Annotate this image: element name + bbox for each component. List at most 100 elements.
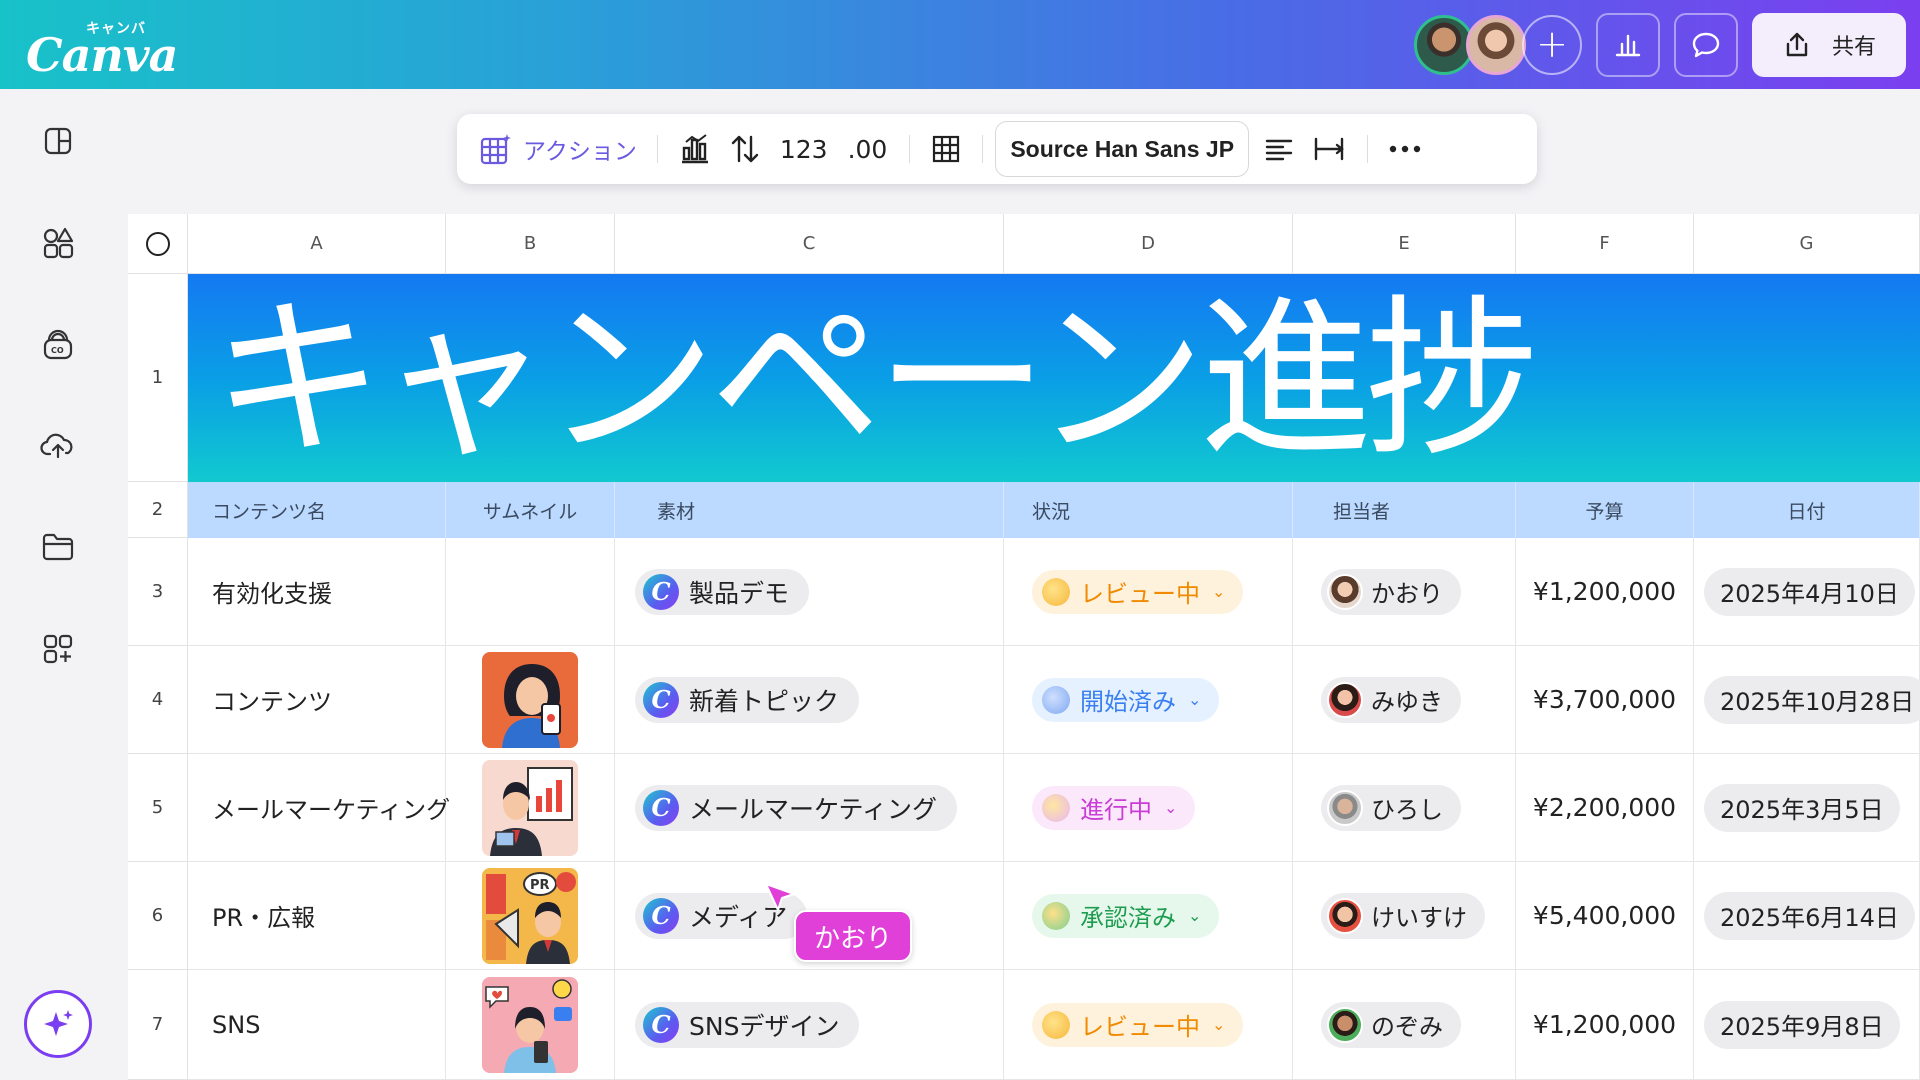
- sidebar-uploads-button[interactable]: [38, 425, 78, 465]
- cell-budget[interactable]: ¥3,700,000: [1516, 646, 1694, 754]
- row-header-1[interactable]: 1: [128, 274, 188, 482]
- chart-button[interactable]: [670, 124, 720, 174]
- cell-thumbnail[interactable]: [446, 970, 615, 1080]
- cell-owner[interactable]: みゆき: [1293, 646, 1516, 754]
- cell-date[interactable]: 2025年4月10日: [1694, 538, 1920, 646]
- header-cell-budget[interactable]: 予算: [1516, 482, 1694, 538]
- cell-status[interactable]: 承認済み ⌄: [1004, 862, 1293, 970]
- cell-name[interactable]: コンテンツ: [188, 646, 446, 754]
- cell-owner[interactable]: けいすけ: [1293, 862, 1516, 970]
- cell-date[interactable]: 2025年10月28日: [1694, 646, 1920, 754]
- header-cell-name[interactable]: コンテンツ名: [188, 482, 446, 538]
- sidebar-elements-button[interactable]: [38, 223, 78, 263]
- column-header-e[interactable]: E: [1293, 214, 1516, 274]
- owner-chip[interactable]: のぞみ: [1321, 1001, 1461, 1048]
- cell-thumbnail[interactable]: PR: [446, 862, 615, 970]
- sidebar-brand-button[interactable]: CO: [38, 325, 78, 365]
- row-header-5[interactable]: 5: [128, 754, 188, 862]
- thumbnail-image[interactable]: PR: [482, 867, 578, 964]
- owner-chip[interactable]: けいすけ: [1321, 892, 1485, 939]
- row-header-7[interactable]: 7: [128, 970, 188, 1080]
- thumbnail-image[interactable]: [482, 651, 578, 748]
- sidebar-projects-button[interactable]: [38, 527, 78, 567]
- cell-status[interactable]: レビュー中 ⌄: [1004, 538, 1293, 646]
- cell-budget[interactable]: ¥1,200,000: [1516, 970, 1694, 1080]
- row-header-3[interactable]: 3: [128, 538, 188, 646]
- select-all-button[interactable]: [128, 214, 188, 274]
- date-chip[interactable]: 2025年9月8日: [1704, 1000, 1900, 1049]
- cell-material[interactable]: C メールマーケティング: [615, 754, 1004, 862]
- row-header-2[interactable]: 2: [128, 482, 188, 538]
- decimal-format-button[interactable]: .00: [838, 135, 898, 164]
- sidebar-apps-button[interactable]: [38, 629, 78, 669]
- cell-name[interactable]: SNS: [188, 970, 446, 1080]
- status-dropdown[interactable]: 開始済み ⌄: [1032, 677, 1220, 722]
- column-header-a[interactable]: A: [188, 214, 446, 274]
- cell-owner[interactable]: かおり: [1293, 538, 1516, 646]
- cell-name[interactable]: PR・広報: [188, 862, 446, 970]
- table-borders-button[interactable]: [922, 124, 970, 174]
- cell-owner[interactable]: ひろし: [1293, 754, 1516, 862]
- column-header-g[interactable]: G: [1694, 214, 1920, 274]
- font-family-select[interactable]: Source Han Sans JP: [995, 121, 1250, 177]
- add-collaborator-button[interactable]: +: [1522, 15, 1582, 75]
- row-header-4[interactable]: 4: [128, 646, 188, 754]
- collaborator-avatar[interactable]: [1466, 15, 1526, 75]
- cell-status[interactable]: 進行中 ⌄: [1004, 754, 1293, 862]
- header-cell-status[interactable]: 状況: [1004, 482, 1293, 538]
- status-dropdown[interactable]: 進行中 ⌄: [1032, 785, 1196, 830]
- cell-status[interactable]: 開始済み ⌄: [1004, 646, 1293, 754]
- row-header-6[interactable]: 6: [128, 862, 188, 970]
- sort-button[interactable]: [720, 124, 770, 174]
- thumbnail-image[interactable]: [482, 759, 578, 856]
- cell-date[interactable]: 2025年9月8日: [1694, 970, 1920, 1080]
- cell-thumbnail[interactable]: [446, 754, 615, 862]
- design-chip[interactable]: C 新着トピック: [635, 676, 860, 723]
- column-header-c[interactable]: C: [615, 214, 1004, 274]
- more-options-button[interactable]: [1380, 124, 1430, 174]
- title-banner-cell[interactable]: キャンペーン進捗: [188, 274, 1920, 482]
- number-format-button[interactable]: 123: [770, 135, 838, 164]
- cell-date[interactable]: 2025年6月14日: [1694, 862, 1920, 970]
- cell-material[interactable]: C SNSデザイン: [615, 970, 1004, 1080]
- collaborator-avatar[interactable]: [1414, 15, 1474, 75]
- cell-owner[interactable]: のぞみ: [1293, 970, 1516, 1080]
- column-header-f[interactable]: F: [1516, 214, 1694, 274]
- sidebar-design-button[interactable]: [38, 121, 78, 161]
- design-chip[interactable]: C メールマーケティング: [635, 784, 958, 831]
- owner-chip[interactable]: みゆき: [1321, 676, 1461, 723]
- cell-budget[interactable]: ¥5,400,000: [1516, 862, 1694, 970]
- cell-thumbnail[interactable]: [446, 646, 615, 754]
- column-width-button[interactable]: [1303, 124, 1355, 174]
- header-cell-material[interactable]: 素材: [615, 482, 1004, 538]
- owner-chip[interactable]: ひろし: [1321, 784, 1461, 831]
- column-header-d[interactable]: D: [1004, 214, 1293, 274]
- status-dropdown[interactable]: レビュー中 ⌄: [1032, 1002, 1244, 1047]
- cell-name[interactable]: 有効化支援: [188, 538, 446, 646]
- design-chip[interactable]: C 製品デモ: [635, 568, 810, 615]
- date-chip[interactable]: 2025年4月10日: [1704, 567, 1915, 616]
- text-align-button[interactable]: [1255, 124, 1303, 174]
- design-chip[interactable]: C SNSデザイン: [635, 1001, 860, 1048]
- date-chip[interactable]: 2025年10月28日: [1704, 675, 1920, 724]
- cell-status[interactable]: レビュー中 ⌄: [1004, 970, 1293, 1080]
- header-cell-owner[interactable]: 担当者: [1293, 482, 1516, 538]
- actions-button[interactable]: アクション: [471, 124, 645, 174]
- cell-date[interactable]: 2025年3月5日: [1694, 754, 1920, 862]
- cell-budget[interactable]: ¥1,200,000: [1516, 538, 1694, 646]
- magic-assistant-button[interactable]: [24, 990, 92, 1058]
- owner-chip[interactable]: かおり: [1321, 568, 1461, 615]
- insights-button[interactable]: [1596, 13, 1660, 77]
- cell-name[interactable]: メールマーケティング: [188, 754, 450, 862]
- header-cell-date[interactable]: 日付: [1694, 482, 1920, 538]
- cell-budget[interactable]: ¥2,200,000: [1516, 754, 1694, 862]
- thumbnail-image[interactable]: [482, 976, 578, 1073]
- share-button[interactable]: 共有: [1752, 13, 1906, 77]
- date-chip[interactable]: 2025年6月14日: [1704, 891, 1915, 940]
- status-dropdown[interactable]: レビュー中 ⌄: [1032, 569, 1244, 614]
- cell-thumbnail[interactable]: [446, 538, 615, 646]
- date-chip[interactable]: 2025年3月5日: [1704, 783, 1900, 832]
- status-dropdown[interactable]: 承認済み ⌄: [1032, 893, 1220, 938]
- column-header-b[interactable]: B: [446, 214, 615, 274]
- cell-material[interactable]: C 製品デモ: [615, 538, 1004, 646]
